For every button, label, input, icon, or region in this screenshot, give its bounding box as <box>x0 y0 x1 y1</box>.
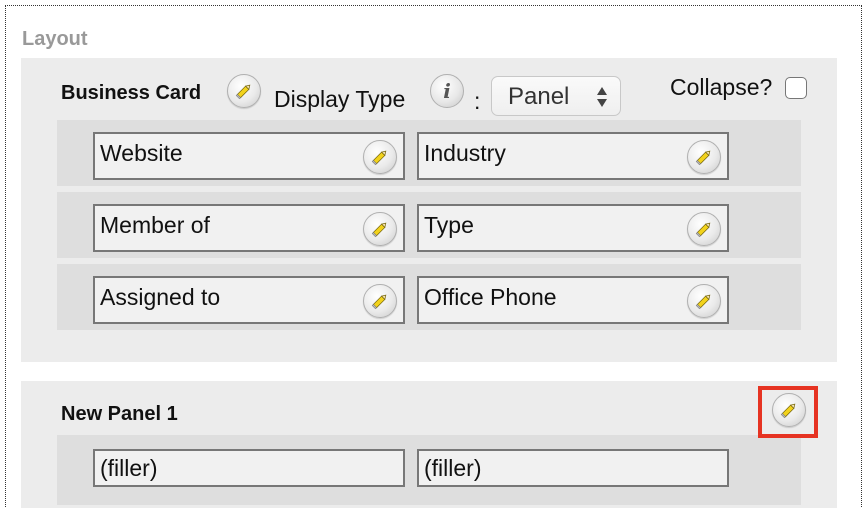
layout-container: Layout Business Card Display Type i : Pa… <box>5 5 862 508</box>
layout-title: Layout <box>22 28 88 50</box>
panel-title: New Panel 1 <box>61 403 178 425</box>
pencil-icon[interactable] <box>363 212 397 246</box>
field-label: Industry <box>424 140 506 166</box>
highlight-box <box>758 386 818 438</box>
field-type[interactable]: Type <box>417 204 729 252</box>
panel-business-card: Business Card Display Type i : Panel Col… <box>21 58 837 362</box>
collapse-checkbox[interactable] <box>785 77 807 99</box>
display-type-colon: : <box>474 88 481 114</box>
display-type-select[interactable]: Panel <box>491 76 621 116</box>
panel-title: Business Card <box>61 82 202 104</box>
field-website[interactable]: Website <box>93 132 405 180</box>
field-label: Assigned to <box>100 284 221 310</box>
layout-row: Assigned to Office Phone <box>57 264 801 330</box>
pencil-icon[interactable] <box>687 284 721 318</box>
layout-row: Website Industry <box>57 120 801 186</box>
panel-new-panel-1: New Panel 1 (filler) (filler) <box>21 381 837 508</box>
field-label: Office Phone <box>424 284 557 310</box>
pencil-icon[interactable] <box>687 140 721 174</box>
field-filler[interactable]: (filler) <box>93 449 405 487</box>
field-label: (filler) <box>424 455 482 481</box>
field-label: Type <box>424 212 474 238</box>
pencil-icon[interactable] <box>687 212 721 246</box>
updown-arrows-icon <box>597 87 607 107</box>
layout-row: (filler) (filler) <box>57 435 801 505</box>
display-type-value: Panel <box>508 83 570 110</box>
field-label: (filler) <box>100 455 158 481</box>
info-icon[interactable]: i <box>430 74 464 108</box>
field-member-of[interactable]: Member of <box>93 204 405 252</box>
field-filler[interactable]: (filler) <box>417 449 729 487</box>
collapse-label: Collapse? <box>670 74 773 100</box>
field-label: Website <box>100 140 183 166</box>
display-type-label: Display Type <box>274 86 406 112</box>
field-office-phone[interactable]: Office Phone <box>417 276 729 324</box>
pencil-icon[interactable] <box>227 74 261 108</box>
field-industry[interactable]: Industry <box>417 132 729 180</box>
layout-row: Member of Type <box>57 192 801 258</box>
pencil-icon[interactable] <box>363 140 397 174</box>
field-label: Member of <box>100 212 210 238</box>
field-assigned-to[interactable]: Assigned to <box>93 276 405 324</box>
pencil-icon[interactable] <box>363 284 397 318</box>
